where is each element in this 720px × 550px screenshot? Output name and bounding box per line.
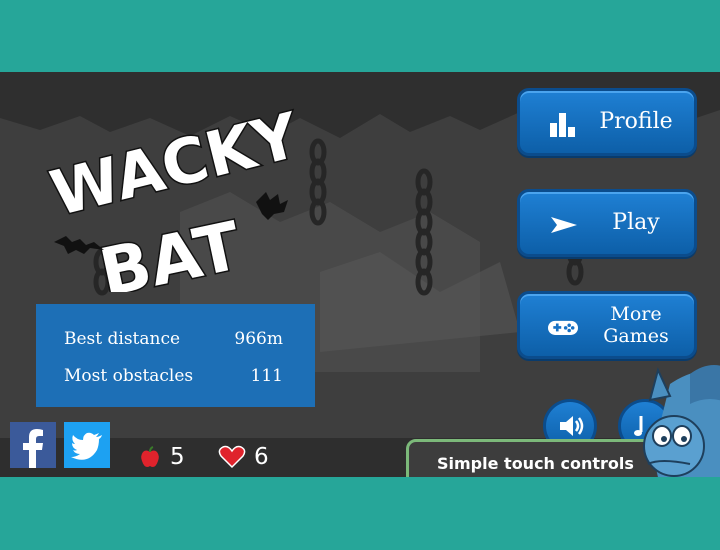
bar-chart-icon bbox=[550, 113, 575, 137]
profile-button-label: Profile bbox=[599, 109, 673, 134]
gamepad-icon bbox=[548, 320, 578, 335]
play-button[interactable]: Play bbox=[517, 189, 697, 257]
twitter-button[interactable] bbox=[64, 422, 110, 468]
more-games-line2: Games bbox=[603, 325, 669, 347]
more-games-button[interactable]: More Games bbox=[517, 291, 697, 359]
best-distance-row: Best distance 966m bbox=[64, 320, 283, 357]
lives-count: 6 bbox=[254, 444, 269, 470]
stats-panel: Best distance 966m Most obstacles 111 bbox=[36, 304, 315, 407]
apple-counter: 5 bbox=[138, 442, 185, 472]
apple-count: 5 bbox=[170, 444, 185, 470]
most-obstacles-row: Most obstacles 111 bbox=[64, 357, 283, 394]
facebook-icon bbox=[23, 429, 43, 468]
more-games-button-label: More Games bbox=[590, 294, 682, 356]
heart-icon bbox=[218, 445, 246, 469]
lives-counter: 6 bbox=[218, 442, 269, 472]
best-distance-value: 966m bbox=[234, 328, 283, 349]
profile-button[interactable]: Profile bbox=[517, 88, 697, 156]
twitter-icon bbox=[71, 432, 102, 460]
play-button-label: Play bbox=[612, 210, 660, 235]
apple-icon bbox=[141, 446, 159, 467]
most-obstacles-value: 111 bbox=[250, 365, 283, 386]
best-distance-label: Best distance bbox=[64, 328, 181, 349]
play-icon bbox=[551, 217, 577, 233]
tip-text: Simple touch controls bbox=[437, 454, 634, 473]
most-obstacles-label: Most obstacles bbox=[64, 365, 194, 386]
game-stage: WACKY BAT Best distance 966m Most obstac… bbox=[0, 72, 720, 477]
svg-text:BAT: BAT bbox=[93, 207, 247, 292]
game-logo: WACKY BAT bbox=[42, 97, 300, 292]
bat-mascot-icon bbox=[643, 365, 720, 477]
facebook-button[interactable] bbox=[10, 422, 56, 468]
more-games-line1: More bbox=[610, 303, 662, 325]
bat-icon bbox=[256, 192, 288, 220]
